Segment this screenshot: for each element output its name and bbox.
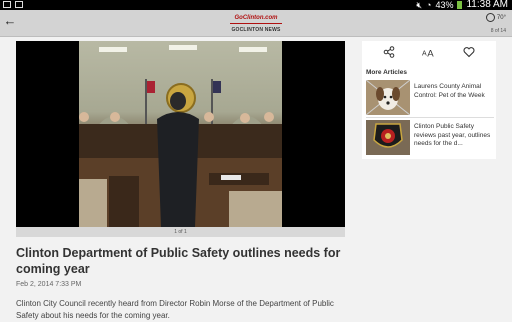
svg-text:A: A	[427, 48, 434, 58]
share-icon[interactable]	[382, 45, 396, 59]
heart-icon[interactable]	[462, 45, 476, 59]
mute-icon: 🔇︎	[416, 0, 423, 10]
weather-widget[interactable]: 70°	[485, 13, 506, 22]
page-counter: 8 of 14	[490, 28, 506, 34]
battery-level: 43%	[435, 0, 454, 10]
article-body: Clinton City Council recently heard from…	[16, 299, 334, 320]
article-tools: A A	[362, 41, 496, 64]
more-article-label: Clinton Public Safety reviews past year,…	[414, 123, 491, 147]
sun-icon	[485, 13, 495, 22]
article-date: Feb 2, 2014 7:33 PM	[16, 281, 82, 288]
more-articles-panel: More Articles Laurens County Animal Cont…	[362, 63, 496, 159]
site-logo: GoClinton.com	[230, 13, 282, 24]
more-article-item[interactable]: Clinton Public Safety reviews past year,…	[366, 120, 494, 156]
text-size-icon[interactable]: A A	[422, 45, 436, 59]
wifi-icon: ◔	[426, 0, 432, 10]
arrow-left-icon[interactable]: ←	[3, 14, 17, 28]
status-bar: 🔇︎ ◔ 43% 11:38 AM	[0, 0, 512, 10]
battery-icon	[457, 1, 463, 9]
article-thumbnail	[366, 80, 410, 115]
gallery-notification-icon	[3, 1, 11, 8]
svg-text:A: A	[422, 51, 427, 58]
article-headline: Clinton Department of Public Safety outl…	[16, 246, 341, 276]
image-notification-icon	[15, 1, 23, 8]
photo-counter: 1 of 1	[16, 227, 345, 237]
more-article-label: Laurens County Animal Control: Pet of th…	[414, 83, 485, 99]
section-title: GOCLINTON NEWS	[231, 27, 281, 33]
article-thumbnail	[366, 120, 410, 155]
article-photo-frame[interactable]	[16, 41, 345, 227]
divider	[366, 117, 494, 118]
more-articles-title: More Articles	[366, 69, 407, 76]
temperature: 70°	[496, 14, 506, 21]
more-article-item[interactable]: Laurens County Animal Control: Pet of th…	[366, 80, 494, 116]
app-header: ← GoClinton.com GOCLINTON NEWS 70° 8 of …	[0, 10, 512, 37]
clock: 11:38 AM	[466, 0, 508, 10]
article-photo	[79, 41, 282, 227]
